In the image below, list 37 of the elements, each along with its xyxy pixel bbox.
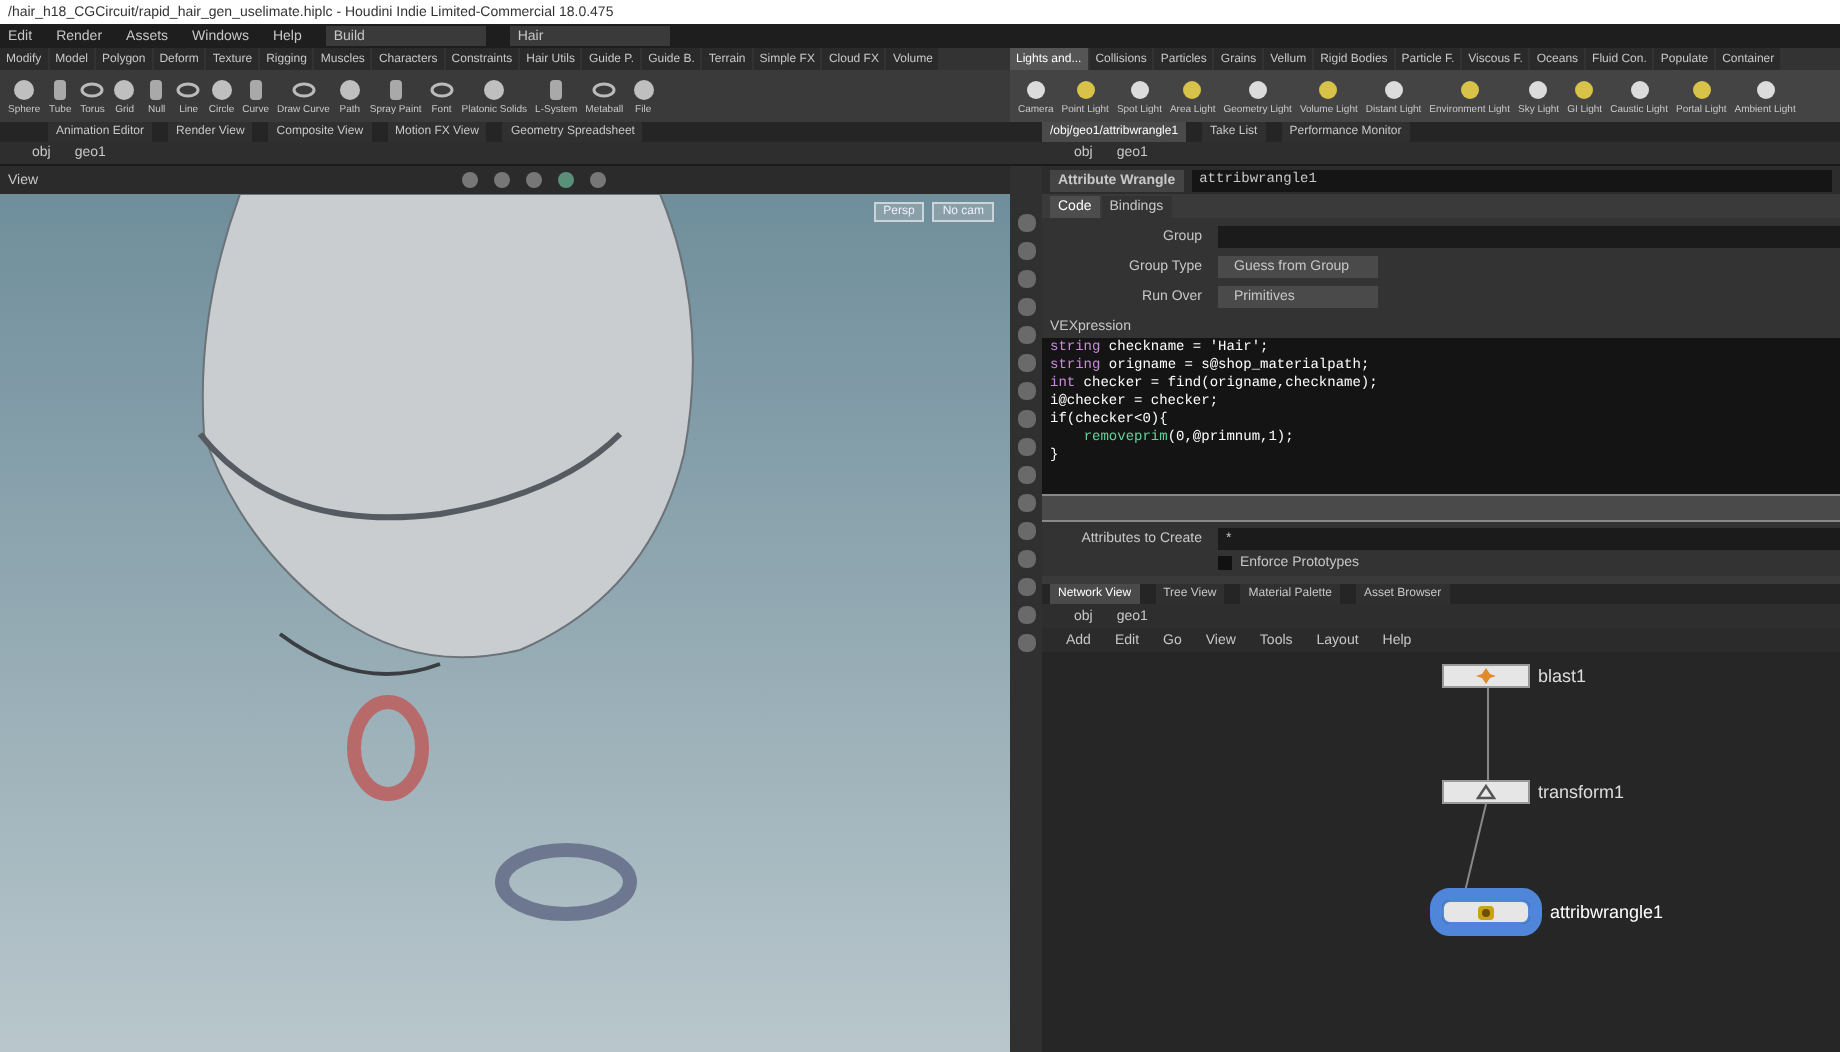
shelf-tool-icon: [429, 77, 454, 101]
ring-drawing: [344, 694, 432, 802]
light-icon: [1023, 77, 1048, 101]
node-name: transform1: [1538, 783, 1625, 801]
light-icon: [1457, 77, 1482, 101]
light-icon: [1073, 77, 1098, 101]
light-icon: [1689, 77, 1714, 101]
node-name: blast1: [1538, 667, 1587, 685]
shelf-tool-icon: [80, 77, 105, 101]
light-icon: [1127, 77, 1152, 101]
shelf-tool-icon: [482, 77, 507, 101]
shelf-tool-icon: [112, 77, 137, 101]
light-icon: [1180, 77, 1205, 101]
shelf-tool-icon: [592, 77, 617, 101]
network-canvas[interactable]: blast1 transform1 attribwrangle1: [1042, 652, 1840, 1052]
light-icon: [1753, 77, 1778, 101]
shelf-tool-icon: [12, 77, 37, 101]
light-icon: [1627, 77, 1652, 101]
shelf-tool-icon: [291, 77, 316, 101]
light-icon: [1245, 77, 1270, 101]
shelf-tool-icon: [631, 77, 656, 101]
checkbox[interactable]: [1218, 556, 1232, 570]
shelf-tool-icon: [209, 77, 234, 101]
text-field[interactable]: [1218, 226, 1840, 248]
wrangle-icon: [1476, 903, 1496, 921]
node[interactable]: [1442, 664, 1530, 688]
light-icon: [1316, 77, 1341, 101]
blast-icon: [1476, 668, 1496, 684]
transform-icon: [1476, 784, 1496, 800]
shelf-tool-icon: [176, 77, 201, 101]
shelf-tool-icon: [337, 77, 362, 101]
editor-scroll-bar[interactable]: [1042, 494, 1840, 522]
light-icon: [1572, 77, 1597, 101]
light-icon: [1381, 77, 1406, 101]
node-name: attribwrangle1: [1550, 903, 1664, 921]
node[interactable]: [1442, 780, 1530, 804]
light-icon: [1526, 77, 1551, 101]
